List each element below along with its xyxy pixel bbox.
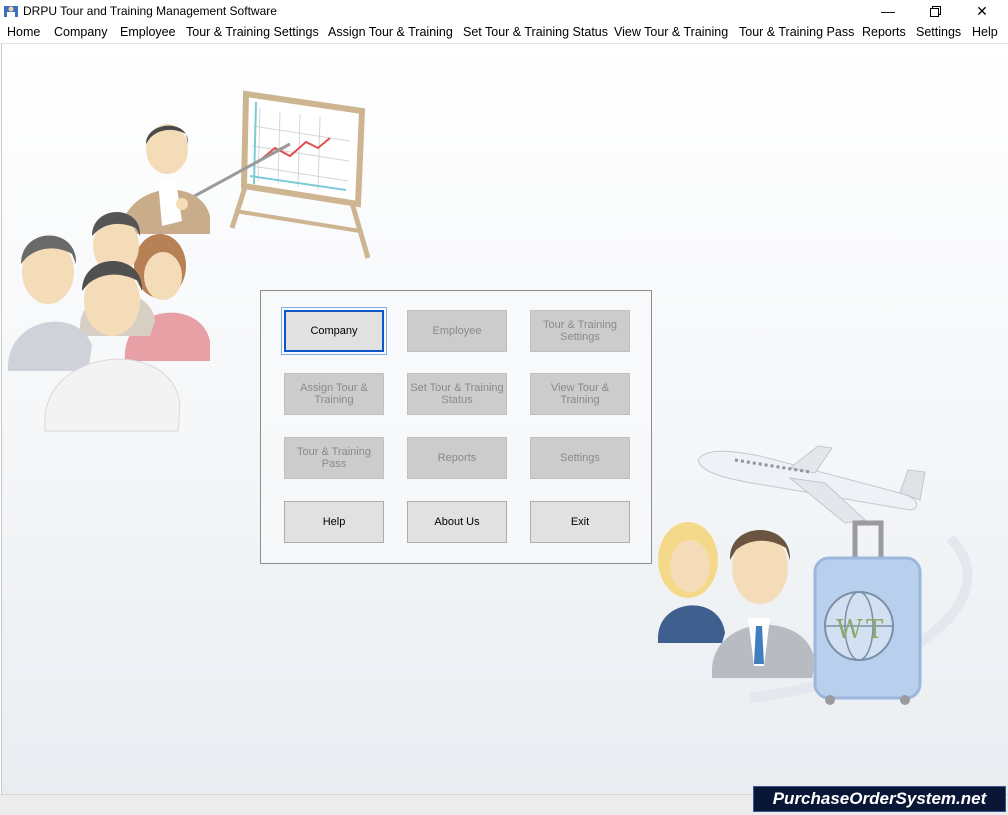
settings-button[interactable]: Settings [530, 437, 630, 479]
menu-company[interactable]: Company [54, 25, 108, 39]
menu-tour-training-pass[interactable]: Tour & Training Pass [739, 25, 854, 39]
view-tour-training-button[interactable]: View Tour & Training [530, 373, 630, 415]
window-title: DRPU Tour and Training Management Softwa… [23, 4, 277, 18]
luggage-icon: W T [813, 520, 922, 705]
luggage-letter-w: W [836, 615, 863, 645]
exit-button[interactable]: Exit [530, 501, 630, 543]
set-tour-training-status-button[interactable]: Set Tour & Training Status [407, 373, 507, 415]
menu-home[interactable]: Home [7, 25, 40, 39]
menu-reports[interactable]: Reports [862, 25, 906, 39]
company-button[interactable]: Company [281, 307, 387, 355]
travel-illustration: W T [658, 445, 973, 705]
menu-settings[interactable]: Settings [916, 25, 961, 39]
about-us-button[interactable]: About Us [407, 501, 507, 543]
traveler-man-icon [711, 530, 815, 678]
minimize-icon[interactable]: — [865, 0, 911, 22]
traveler-woman-icon [658, 522, 725, 643]
menu-tour-training-settings[interactable]: Tour & Training Settings [186, 25, 319, 39]
close-icon[interactable]: ✕ [959, 0, 1005, 22]
menu-help[interactable]: Help [972, 25, 998, 39]
tour-training-settings-button[interactable]: Tour & Training Settings [530, 310, 630, 352]
menu-bar: Home Company Employee Tour & Training Se… [0, 22, 1008, 44]
assign-tour-training-button[interactable]: Assign Tour & Training [284, 373, 384, 415]
audience-man-icon [7, 235, 93, 371]
menu-set-tour-training-status[interactable]: Set Tour & Training Status [463, 25, 608, 39]
watermark: PurchaseOrderSystem.net [753, 786, 1006, 812]
easel-chart-icon [229, 90, 371, 259]
main-menu-panel: Company Employee Tour & Training Setting… [260, 290, 652, 564]
menu-assign-tour-training[interactable]: Assign Tour & Training [328, 25, 453, 39]
tour-training-pass-button[interactable]: Tour & Training Pass [284, 437, 384, 479]
luggage-letter-t: T [866, 615, 884, 645]
menu-view-tour-training[interactable]: View Tour & Training [614, 25, 728, 39]
menu-employee[interactable]: Employee [120, 25, 176, 39]
restore-icon[interactable] [912, 0, 958, 22]
reports-button[interactable]: Reports [407, 437, 507, 479]
title-bar: DRPU Tour and Training Management Softwa… [0, 0, 1008, 22]
help-button[interactable]: Help [284, 501, 384, 543]
airplane-icon [697, 445, 926, 524]
employee-button[interactable]: Employee [407, 310, 507, 352]
app-icon [4, 6, 18, 17]
